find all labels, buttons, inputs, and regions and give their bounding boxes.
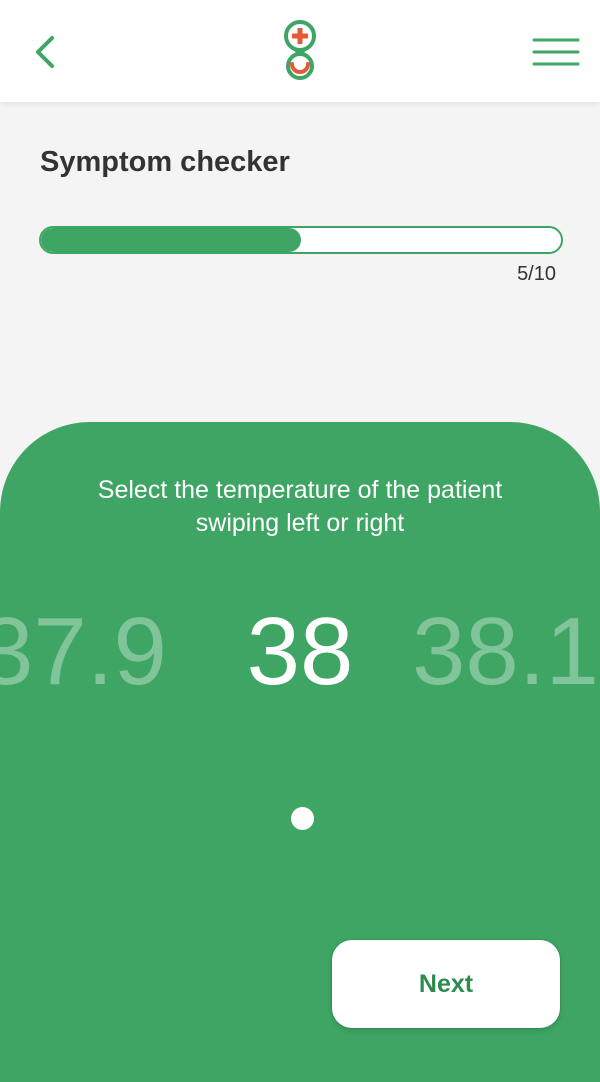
menu-button[interactable] bbox=[530, 32, 582, 72]
progress-bar-fill bbox=[41, 228, 301, 252]
medical-pin-logo-icon bbox=[284, 20, 316, 80]
picker-next-value[interactable]: 38.1 bbox=[412, 592, 599, 712]
back-button[interactable] bbox=[22, 28, 70, 76]
app-logo bbox=[280, 20, 320, 80]
temperature-picker-panel[interactable]: Select the temperature of the patient sw… bbox=[0, 422, 600, 1082]
hamburger-menu-icon bbox=[532, 38, 580, 66]
progress-bar bbox=[39, 226, 563, 254]
top-bar bbox=[0, 0, 600, 102]
progress-count: 5/10 bbox=[517, 263, 556, 285]
next-button[interactable]: Next bbox=[332, 940, 560, 1028]
chevron-left-icon bbox=[36, 36, 54, 68]
page-title: Symptom checker bbox=[40, 146, 290, 178]
page-indicator-dot bbox=[291, 807, 314, 830]
picker-instruction: Select the temperature of the patient sw… bbox=[97, 476, 503, 537]
